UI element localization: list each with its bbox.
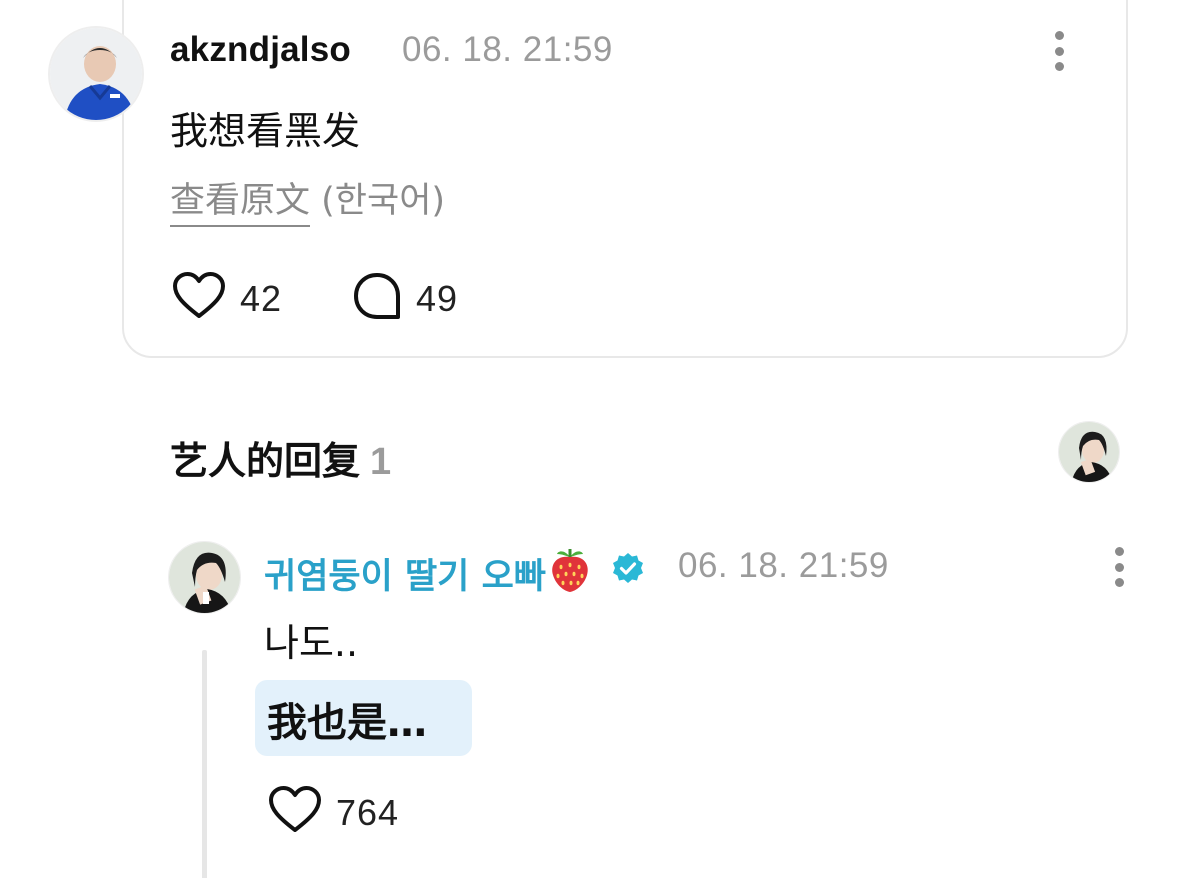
artist-replies-label: 艺人的回复 (170, 439, 361, 483)
artist-avatar[interactable] (168, 541, 241, 614)
original-language-label: (한국어) (321, 181, 446, 221)
reply-more-icon[interactable] (1113, 547, 1125, 587)
see-original-link[interactable]: 查看原文 (170, 181, 311, 227)
comment-like-count: 42 (240, 277, 283, 319)
comment-more-icon[interactable] (1053, 31, 1065, 71)
heart-outline-icon (172, 272, 226, 325)
commenter-username[interactable]: akzndjalso (170, 30, 351, 70)
reply-translation: 我也是… (255, 680, 472, 756)
artist-replies-count: 1 (370, 441, 392, 483)
reply-translation-text: 我也是… (267, 700, 427, 746)
speech-bubble-icon (352, 272, 402, 325)
reply-text: 나도.. (264, 621, 359, 665)
commenter-avatar[interactable] (48, 26, 144, 122)
verified-badge-icon (610, 551, 646, 596)
strawberry-icon (548, 545, 592, 602)
reply-like-button[interactable]: 764 (268, 786, 399, 839)
artist-replies-title: 艺人的回复 1 (170, 430, 391, 485)
thread-line (202, 650, 207, 878)
reply-timestamp: 06. 18. 21:59 (678, 546, 889, 585)
artist-avatar-small[interactable] (1058, 421, 1120, 483)
comment-timestamp: 06. 18. 21:59 (402, 30, 613, 69)
comment-reply-count: 49 (416, 277, 459, 319)
artist-name[interactable]: 귀염둥이 딸기 오빠 (264, 548, 546, 599)
artist-name-row: 귀염둥이 딸기 오빠 (264, 545, 646, 602)
see-original-row: 查看原文 (한국어) (170, 172, 446, 227)
comment-like-button[interactable]: 42 (172, 272, 282, 325)
heart-outline-icon (268, 786, 322, 839)
comment-replies-button[interactable]: 49 (352, 272, 458, 325)
comment-text: 我想看黑发 (170, 109, 361, 153)
reply-like-count: 764 (336, 791, 400, 833)
